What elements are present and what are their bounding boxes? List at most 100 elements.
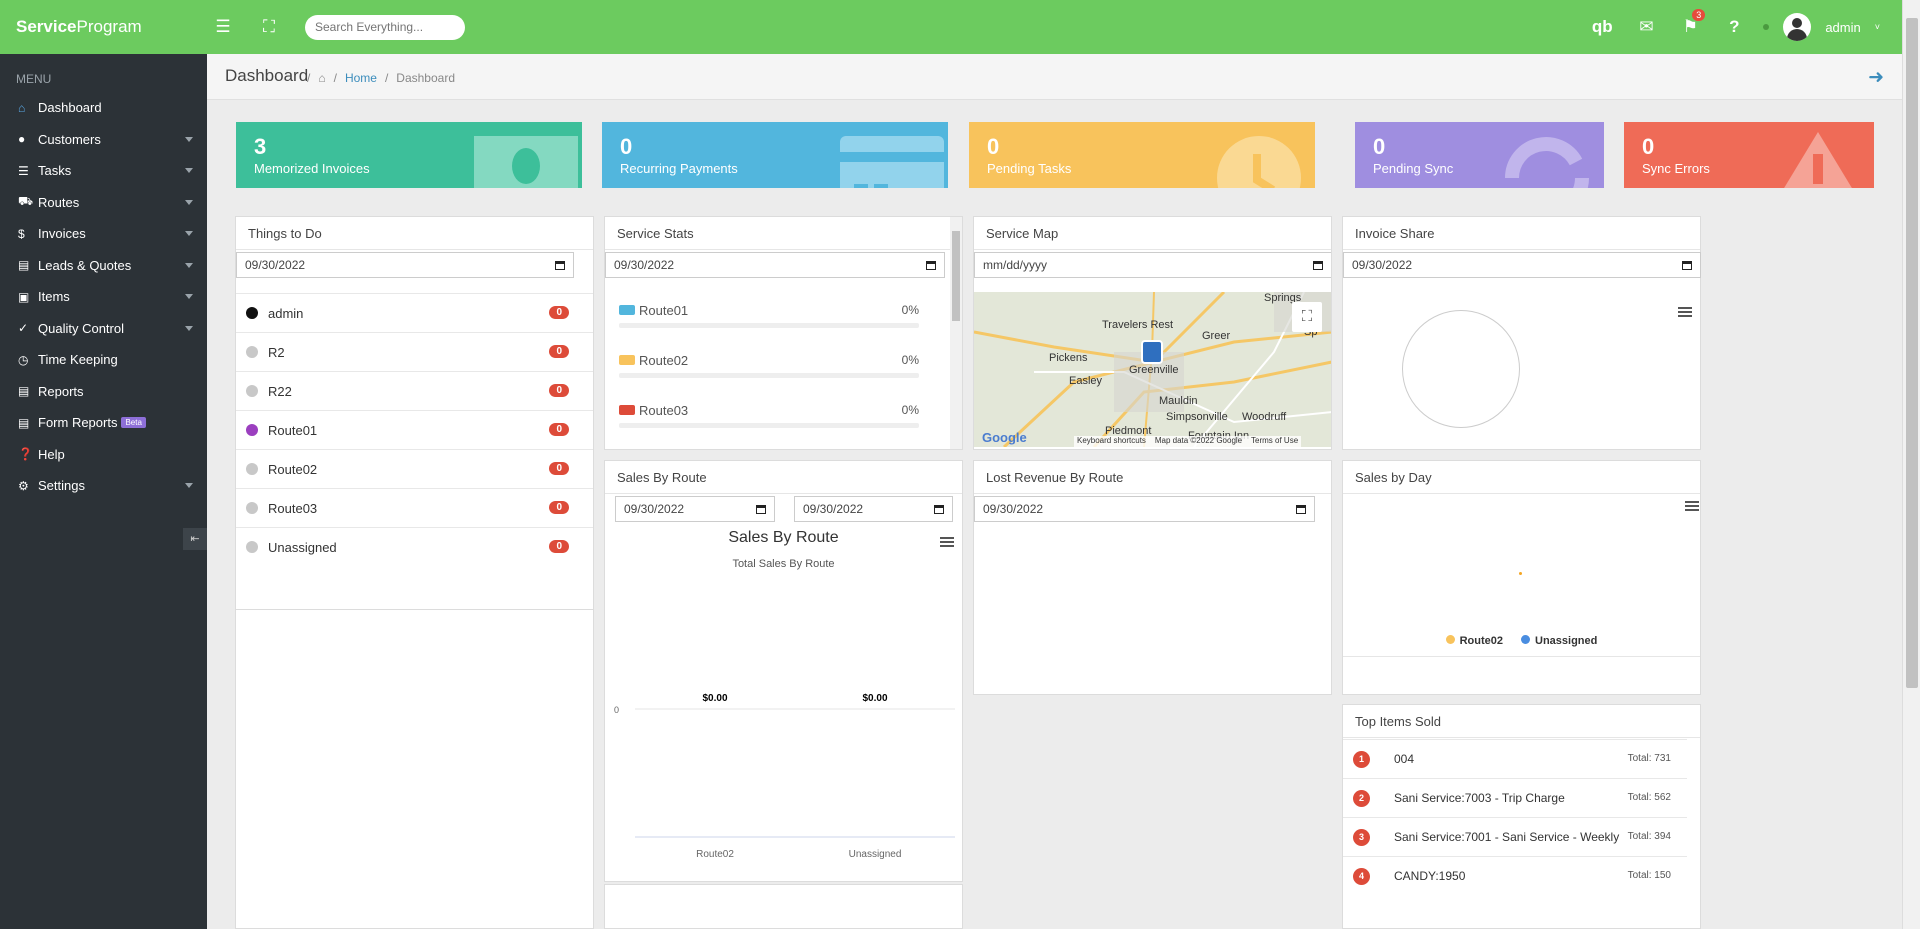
service-map[interactable]: Travelers Rest Greer Pickens Easley Gree… xyxy=(974,292,1331,447)
panel-title: Service Stats xyxy=(605,217,962,250)
sales-to-date-input[interactable]: 09/30/2022 xyxy=(794,496,953,522)
keyboard-shortcuts-link[interactable]: Keyboard shortcuts xyxy=(1077,436,1146,445)
question-icon: ❓ xyxy=(18,447,33,462)
legend-item[interactable]: Unassigned xyxy=(1521,635,1597,647)
sales-by-day-panel: Sales by Day Route02 Unassigned xyxy=(1342,460,1701,695)
money-icon xyxy=(474,136,578,188)
credit-card-icon xyxy=(840,136,944,188)
mail-icon[interactable]: ✉ xyxy=(1631,17,1661,37)
home-icon[interactable]: ⌂ xyxy=(318,71,325,85)
help-icon[interactable]: ? xyxy=(1719,17,1749,37)
tile-sync-errors[interactable]: 0 Sync Errors xyxy=(1624,122,1874,188)
truck-icon xyxy=(619,305,635,315)
calendar-icon[interactable] xyxy=(1313,260,1323,270)
chart-menu-icon[interactable] xyxy=(1678,307,1692,317)
panel-scrollbar[interactable] xyxy=(950,217,962,449)
fullscreen-icon[interactable]: ⛶ xyxy=(253,17,285,37)
tile-pending-tasks[interactable]: 0 Pending Tasks xyxy=(969,122,1315,188)
sidebar-item-items[interactable]: ▣ Items xyxy=(0,281,207,313)
list-item[interactable]: Unassigned 0 xyxy=(236,527,593,566)
list-item[interactable]: R2 0 xyxy=(236,332,593,371)
list-item[interactable]: Route03 0 xyxy=(236,488,593,527)
chevron-down-icon[interactable]: ˅ xyxy=(1875,22,1880,32)
fullscreen-icon[interactable]: ⛶ xyxy=(1292,302,1322,332)
table-row[interactable]: 4 CANDY:1950 Total: 150 xyxy=(1343,856,1687,895)
count-badge: 0 xyxy=(549,423,569,436)
tile-label: Recurring Payments xyxy=(620,161,738,176)
panel-title: Invoice Share xyxy=(1343,217,1700,250)
brand-logo[interactable]: ServiceProgram xyxy=(0,17,207,37)
tile-memorized-invoices[interactable]: 3 Memorized Invoices xyxy=(236,122,582,188)
service-stats-date-input[interactable]: 09/30/2022 xyxy=(605,252,945,278)
breadcrumb-home-link[interactable]: Home xyxy=(345,71,377,85)
sidebar-item-leads-quotes[interactable]: ▤ Leads & Quotes xyxy=(0,250,207,282)
user-menu[interactable]: admin xyxy=(1825,20,1860,35)
panel-title: Things to Do xyxy=(236,217,593,250)
scrollbar-thumb[interactable] xyxy=(1906,18,1918,688)
tile-label: Pending Sync xyxy=(1373,161,1454,176)
things-to-do-panel: Things to Do 09/30/2022 admin 0 R2 0 R22 0 … xyxy=(235,216,594,610)
caret-down-icon xyxy=(185,483,193,488)
table-row[interactable]: 2 Sani Service:7003 - Trip Charge Total: 5… xyxy=(1343,778,1687,817)
sales-by-route-chart: 0 $0.00 Route02 $0.00 Unassigned xyxy=(614,693,955,860)
lost-revenue-date-input[interactable]: 09/30/2022 xyxy=(974,496,1315,522)
tile-pending-sync[interactable]: 0 Pending Sync xyxy=(1355,122,1604,188)
search-input[interactable] xyxy=(305,14,465,40)
calendar-icon[interactable] xyxy=(1296,504,1306,514)
rank-badge: 3 xyxy=(1353,829,1370,846)
sidebar-item-time-keeping[interactable]: ◷ Time Keeping xyxy=(0,344,207,376)
avatar[interactable] xyxy=(1783,13,1812,41)
sidebar-item-invoices[interactable]: $ Invoices xyxy=(0,218,207,250)
page-title: Dashboard xyxy=(225,66,309,85)
sidebar-item-customers[interactable]: ● Customers xyxy=(0,124,207,156)
sidebar-item-settings[interactable]: ⚙ Settings xyxy=(0,470,207,502)
document-icon: ▤ xyxy=(18,258,30,273)
sidebar-item-form-reports[interactable]: ▤ Form Reports Beta xyxy=(0,407,207,439)
map-marker-icon[interactable] xyxy=(1141,340,1163,364)
calendar-icon[interactable] xyxy=(756,504,766,514)
user-icon: ● xyxy=(18,132,26,147)
sales-from-date-input[interactable]: 09/30/2022 xyxy=(615,496,775,522)
chart-menu-icon[interactable] xyxy=(940,537,954,547)
sign-out-icon[interactable]: ➜ xyxy=(1868,66,1884,89)
sidebar-item-tasks[interactable]: ☰ Tasks xyxy=(0,155,207,187)
list-item[interactable]: Route01 0 xyxy=(236,410,593,449)
sidebar-item-quality-control[interactable]: ✓ Quality Control xyxy=(0,313,207,345)
rank-badge: 4 xyxy=(1353,868,1370,885)
terms-link[interactable]: Terms of Use xyxy=(1251,436,1298,445)
panel-title: Service Map xyxy=(974,217,1331,250)
calendar-icon[interactable] xyxy=(555,260,565,270)
invoice-share-panel: Invoice Share 09/30/2022 xyxy=(1342,216,1701,450)
todo-date-input[interactable]: 09/30/2022 xyxy=(236,252,574,278)
google-logo: Google xyxy=(982,430,1027,445)
status-dot xyxy=(246,424,258,436)
list-item[interactable]: R22 0 xyxy=(236,371,593,410)
sidebar-item-routes[interactable]: ⛟ Routes xyxy=(0,187,207,219)
chart-menu-icon[interactable] xyxy=(1685,501,1699,511)
notification-badge: 3 xyxy=(1692,9,1706,21)
tile-recurring-payments[interactable]: 0 Recurring Payments xyxy=(602,122,948,188)
service-map-date-input[interactable]: mm/dd/yyyy xyxy=(974,252,1331,278)
invoice-share-date-input[interactable]: 09/30/2022 xyxy=(1343,252,1701,278)
collapse-sidebar-icon[interactable]: ⇤ xyxy=(183,528,207,550)
flag-icon[interactable]: ⚑ 3 xyxy=(1675,9,1706,37)
count-badge: 0 xyxy=(549,501,569,514)
lost-revenue-panel: Lost Revenue By Route 09/30/2022 xyxy=(973,460,1332,695)
list-item[interactable]: Route02 0 xyxy=(236,449,593,488)
page-scrollbar[interactable] xyxy=(1902,0,1920,929)
table-row[interactable]: 3 Sani Service:7001 - Sani Service - Week… xyxy=(1343,817,1687,856)
hamburger-menu-icon[interactable]: ☰ xyxy=(207,17,239,37)
table-row[interactable]: 1 004 Total: 731 xyxy=(1343,739,1687,778)
breadcrumb: Dashboard / ⌂ / Home / Dashboard ➜ xyxy=(207,54,1902,100)
chart-subtitle: Total Sales By Route xyxy=(732,558,835,570)
list-item[interactable]: admin 0 xyxy=(236,293,593,332)
sidebar-item-help[interactable]: ❓ Help xyxy=(0,439,207,471)
x-tick-label: Route02 xyxy=(696,849,734,860)
legend-item[interactable]: Route02 xyxy=(1445,635,1503,647)
quickbooks-icon[interactable]: qb xyxy=(1587,17,1617,37)
sidebar-item-dashboard[interactable]: ⌂ Dashboard xyxy=(0,92,207,124)
calendar-icon[interactable] xyxy=(926,260,936,270)
sidebar-item-reports[interactable]: ▤ Reports xyxy=(0,376,207,408)
calendar-icon[interactable] xyxy=(1682,260,1692,270)
calendar-icon[interactable] xyxy=(934,504,944,514)
